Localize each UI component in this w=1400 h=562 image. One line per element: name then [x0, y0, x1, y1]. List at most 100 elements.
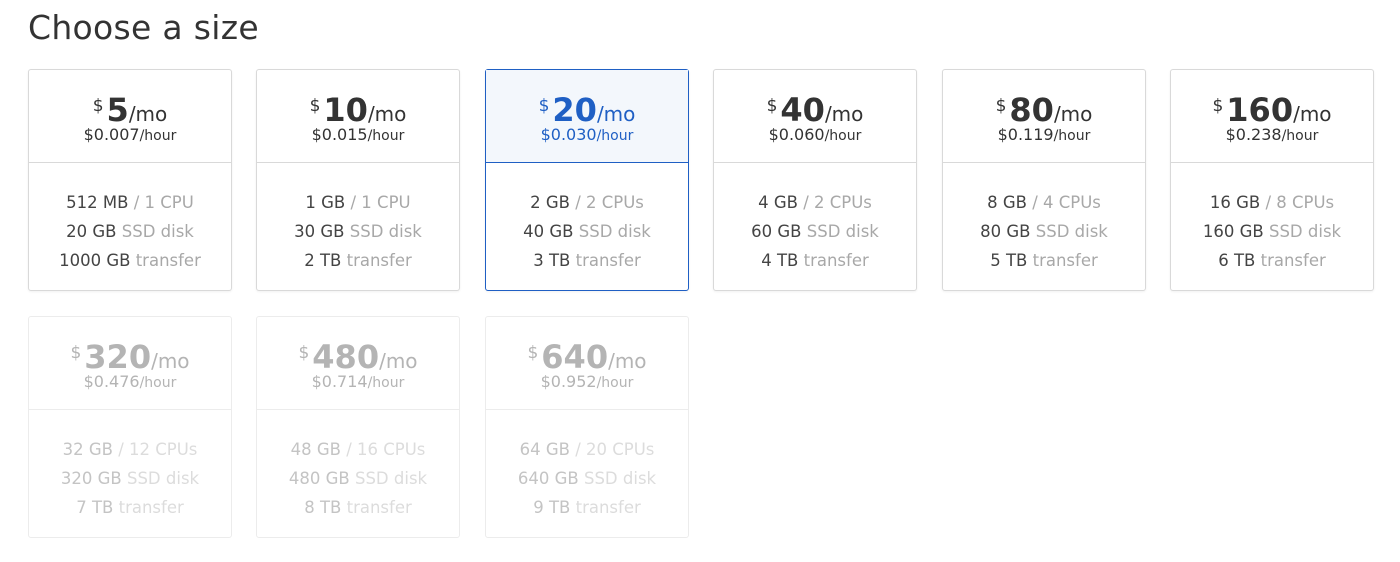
transfer-label: transfer	[135, 251, 201, 270]
size-option-5[interactable]: $5/mo $0.007/hour 512 MB / 1 CPU 20 GB S…	[28, 69, 232, 291]
size-price-header: $20/mo $0.030/hour	[486, 70, 688, 163]
memory-value: 2 GB	[530, 193, 570, 212]
size-option-480: $480/mo $0.714/hour 48 GB / 16 CPUs 480 …	[256, 316, 460, 538]
transfer-row: 8 TB transfer	[257, 493, 459, 522]
monthly-amount: 20	[552, 91, 597, 129]
hourly-amount: $0.238	[1225, 125, 1282, 144]
transfer-label: transfer	[118, 498, 184, 517]
currency-symbol: $	[527, 343, 539, 363]
per-hour-unit: /hour	[367, 375, 405, 391]
disk-row: 160 GB SSD disk	[1171, 217, 1373, 246]
size-price-header: $5/mo $0.007/hour	[29, 70, 231, 163]
transfer-value: 6 TB	[1218, 251, 1256, 270]
transfer-label: transfer	[575, 251, 641, 270]
memory-cpu-row: 8 GB / 4 CPUs	[943, 188, 1145, 217]
transfer-label: transfer	[346, 251, 412, 270]
disk-label: SSD disk	[349, 222, 422, 241]
disk-value: 60 GB	[751, 222, 802, 241]
currency-symbol: $	[309, 96, 321, 116]
size-option-160[interactable]: $160/mo $0.238/hour 16 GB / 8 CPUs 160 G…	[1170, 69, 1374, 291]
size-price-header: $640/mo $0.952/hour	[486, 317, 688, 410]
disk-row: 30 GB SSD disk	[257, 217, 459, 246]
per-month-unit: /mo	[367, 102, 407, 126]
disk-label: SSD disk	[126, 469, 200, 488]
size-specs: 2 GB / 2 CPUs 40 GB SSD disk 3 TB transf…	[486, 163, 688, 275]
size-specs: 8 GB / 4 CPUs 80 GB SSD disk 5 TB transf…	[943, 163, 1145, 275]
cpu-value: / 1 CPU	[133, 193, 194, 212]
hourly-amount: $0.060	[768, 125, 825, 144]
hourly-amount: $0.015	[311, 125, 368, 144]
memory-cpu-row: 64 GB / 20 CPUs	[486, 435, 688, 464]
memory-value: 16 GB	[1209, 193, 1261, 212]
monthly-price: $640/mo	[486, 317, 688, 375]
disk-value: 480 GB	[288, 469, 350, 488]
monthly-amount: 320	[84, 338, 152, 376]
disk-value: 160 GB	[1202, 222, 1264, 241]
transfer-row: 9 TB transfer	[486, 493, 688, 522]
monthly-amount: 160	[1226, 91, 1294, 129]
disk-label: SSD disk	[578, 222, 651, 241]
transfer-row: 5 TB transfer	[943, 246, 1145, 275]
currency-symbol: $	[766, 96, 778, 116]
memory-cpu-row: 1 GB / 1 CPU	[257, 188, 459, 217]
transfer-row: 6 TB transfer	[1171, 246, 1373, 275]
currency-symbol: $	[1212, 96, 1224, 116]
monthly-price: $20/mo	[486, 70, 688, 128]
cpu-value: / 2 CPUs	[803, 193, 872, 212]
per-hour-unit: /hour	[139, 375, 177, 391]
cpu-value: / 16 CPUs	[346, 440, 426, 459]
size-option-10[interactable]: $10/mo $0.015/hour 1 GB / 1 CPU 30 GB SS…	[256, 69, 460, 291]
transfer-value: 5 TB	[990, 251, 1028, 270]
disk-label: SSD disk	[354, 469, 428, 488]
monthly-amount: 5	[106, 91, 129, 129]
per-month-unit: /mo	[608, 349, 647, 373]
per-hour-unit: /hour	[1053, 128, 1091, 144]
cpu-value: / 2 CPUs	[575, 193, 644, 212]
per-month-unit: /mo	[1053, 102, 1093, 126]
cpu-value: / 8 CPUs	[1265, 193, 1335, 212]
hourly-amount: $0.714	[311, 372, 368, 391]
transfer-row: 7 TB transfer	[29, 493, 231, 522]
size-price-header: $40/mo $0.060/hour	[714, 70, 916, 163]
per-hour-unit: /hour	[1281, 128, 1319, 144]
per-hour-unit: /hour	[596, 128, 634, 144]
transfer-row: 1000 GB transfer	[29, 246, 231, 275]
hourly-amount: $0.952	[540, 372, 597, 391]
cpu-value: / 4 CPUs	[1032, 193, 1101, 212]
size-option-40[interactable]: $40/mo $0.060/hour 4 GB / 2 CPUs 60 GB S…	[713, 69, 917, 291]
size-option-80[interactable]: $80/mo $0.119/hour 8 GB / 4 CPUs 80 GB S…	[942, 69, 1146, 291]
transfer-label: transfer	[1260, 251, 1326, 270]
disk-label: SSD disk	[121, 222, 194, 241]
memory-cpu-row: 48 GB / 16 CPUs	[257, 435, 459, 464]
monthly-price: $160/mo	[1171, 70, 1373, 128]
transfer-value: 1000 GB	[59, 251, 131, 270]
memory-value: 4 GB	[758, 193, 798, 212]
memory-value: 8 GB	[987, 193, 1027, 212]
size-specs: 64 GB / 20 CPUs 640 GB SSD disk 9 TB tra…	[486, 410, 688, 522]
transfer-row: 2 TB transfer	[257, 246, 459, 275]
transfer-row: 3 TB transfer	[486, 246, 688, 275]
monthly-amount: 480	[312, 338, 380, 376]
disk-label: SSD disk	[806, 222, 879, 241]
size-specs: 32 GB / 12 CPUs 320 GB SSD disk 7 TB tra…	[29, 410, 231, 522]
transfer-label: transfer	[803, 251, 869, 270]
disk-value: 20 GB	[66, 222, 117, 241]
disk-value: 40 GB	[523, 222, 574, 241]
monthly-amount: 40	[780, 91, 825, 129]
transfer-row: 4 TB transfer	[714, 246, 916, 275]
per-month-unit: /mo	[824, 102, 864, 126]
per-month-unit: /mo	[128, 102, 168, 126]
per-hour-unit: /hour	[139, 128, 177, 144]
size-option-640: $640/mo $0.952/hour 64 GB / 20 CPUs 640 …	[485, 316, 689, 538]
size-option-20[interactable]: $20/mo $0.030/hour 2 GB / 2 CPUs 40 GB S…	[485, 69, 689, 291]
currency-symbol: $	[538, 96, 550, 116]
per-month-unit: /mo	[379, 349, 418, 373]
transfer-label: transfer	[575, 498, 641, 517]
transfer-label: transfer	[1032, 251, 1098, 270]
monthly-price: $40/mo	[714, 70, 916, 128]
transfer-value: 8 TB	[304, 498, 342, 517]
transfer-value: 2 TB	[304, 251, 342, 270]
size-price-header: $10/mo $0.015/hour	[257, 70, 459, 163]
per-month-unit: /mo	[1293, 102, 1332, 126]
hourly-price: $0.238/hour	[1171, 125, 1373, 144]
